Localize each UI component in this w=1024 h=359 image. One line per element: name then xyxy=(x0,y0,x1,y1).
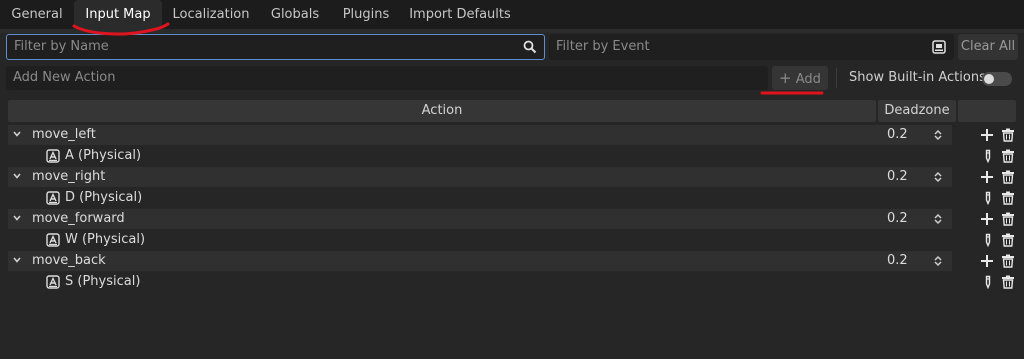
key-icon xyxy=(46,233,60,247)
add-event-button[interactable] xyxy=(980,212,994,226)
toggle-knob xyxy=(984,74,994,84)
add-event-button[interactable] xyxy=(980,170,994,184)
remove-event-button[interactable] xyxy=(1001,233,1015,247)
plus-icon xyxy=(981,171,993,183)
add-action-label: Add xyxy=(795,72,821,87)
up-down-arrows-icon[interactable] xyxy=(933,171,943,183)
tab-localization[interactable]: Localization xyxy=(166,0,256,29)
remove-action-button[interactable] xyxy=(1001,170,1015,184)
up-down-arrows-icon[interactable] xyxy=(933,213,943,225)
event-name: W (Physical) xyxy=(65,232,146,247)
trash-icon xyxy=(1002,275,1014,289)
key-icon xyxy=(46,275,60,289)
filter-by-name-input[interactable]: Filter by Name xyxy=(6,34,545,60)
trash-icon xyxy=(1002,212,1014,226)
trash-icon xyxy=(1002,128,1014,142)
trash-icon xyxy=(1002,191,1014,205)
remove-action-button[interactable] xyxy=(1001,212,1015,226)
tab-import-defaults[interactable]: Import Defaults xyxy=(406,0,514,29)
clear-all-button[interactable]: Clear All xyxy=(958,34,1018,60)
trash-icon xyxy=(1002,170,1014,184)
trash-icon xyxy=(1002,254,1014,268)
plus-icon xyxy=(981,213,993,225)
action-name: move_left xyxy=(32,127,96,142)
tab-input-map[interactable]: Input Map xyxy=(74,0,162,29)
tab-bar: General Input Map Localization Globals P… xyxy=(0,0,1024,29)
pencil-icon xyxy=(985,191,991,206)
filter-by-name-placeholder: Filter by Name xyxy=(14,39,109,54)
tab-general[interactable]: General xyxy=(6,0,68,29)
event-row[interactable]: D (Physical) xyxy=(8,188,952,208)
event-row[interactable]: W (Physical) xyxy=(8,230,952,250)
add-event-button[interactable] xyxy=(980,128,994,142)
pencil-icon xyxy=(985,149,991,164)
tab-plugins[interactable]: Plugins xyxy=(334,0,398,29)
add-new-action-placeholder: Add New Action xyxy=(13,70,116,85)
chevron-down-icon[interactable] xyxy=(12,171,22,181)
column-header-action[interactable]: Action xyxy=(8,100,876,122)
remove-event-button[interactable] xyxy=(1001,191,1015,205)
keyboard-icon[interactable] xyxy=(932,40,946,54)
remove-event-button[interactable] xyxy=(1001,149,1015,163)
action-row[interactable]: move_right 0.2 xyxy=(8,167,952,187)
pencil-icon xyxy=(985,233,991,248)
tab-underline-bar xyxy=(0,29,1024,33)
edit-event-button[interactable] xyxy=(981,275,995,290)
edit-event-button[interactable] xyxy=(981,191,995,206)
action-name: move_right xyxy=(32,169,106,184)
up-down-arrows-icon[interactable] xyxy=(933,255,943,267)
chevron-down-icon[interactable] xyxy=(12,213,22,223)
event-row[interactable]: A (Physical) xyxy=(8,146,952,166)
up-down-arrows-icon[interactable] xyxy=(933,129,943,141)
event-name: S (Physical) xyxy=(65,274,141,289)
search-icon xyxy=(523,40,537,54)
deadzone-value[interactable]: 0.2 xyxy=(887,127,908,142)
action-row[interactable]: move_left 0.2 xyxy=(8,125,952,145)
plus-icon: + xyxy=(779,69,792,87)
show-builtin-actions-toggle[interactable] xyxy=(982,72,1012,86)
key-icon xyxy=(46,149,60,163)
edit-event-button[interactable] xyxy=(981,233,995,248)
tab-globals[interactable]: Globals xyxy=(264,0,326,29)
deadzone-value[interactable]: 0.2 xyxy=(887,211,908,226)
action-name: move_back xyxy=(32,253,106,268)
add-event-button[interactable] xyxy=(980,254,994,268)
remove-event-button[interactable] xyxy=(1001,275,1015,289)
edit-event-button[interactable] xyxy=(981,149,995,164)
chevron-down-icon[interactable] xyxy=(12,129,22,139)
plus-icon xyxy=(981,129,993,141)
add-new-action-input[interactable]: Add New Action xyxy=(6,66,768,90)
pencil-icon xyxy=(985,275,991,290)
column-header-buttons xyxy=(958,100,1016,122)
add-action-button[interactable]: + Add xyxy=(772,66,828,90)
trash-icon xyxy=(1002,149,1014,163)
divider xyxy=(836,68,837,88)
remove-action-button[interactable] xyxy=(1001,254,1015,268)
chevron-down-icon[interactable] xyxy=(12,255,22,265)
filter-by-event-placeholder: Filter by Event xyxy=(556,39,650,54)
key-icon xyxy=(46,191,60,205)
event-name: A (Physical) xyxy=(65,148,142,163)
filter-by-event-input[interactable]: Filter by Event xyxy=(549,34,954,60)
plus-icon xyxy=(981,255,993,267)
event-row[interactable]: S (Physical) xyxy=(8,272,952,292)
action-name: move_forward xyxy=(32,211,125,226)
remove-action-button[interactable] xyxy=(1001,128,1015,142)
trash-icon xyxy=(1002,233,1014,247)
show-builtin-actions-label: Show Built-in Actions xyxy=(849,70,986,85)
action-row[interactable]: move_back 0.2 xyxy=(8,251,952,271)
action-row[interactable]: move_forward 0.2 xyxy=(8,209,952,229)
deadzone-value[interactable]: 0.2 xyxy=(887,253,908,268)
event-name: D (Physical) xyxy=(65,190,143,205)
column-header-deadzone[interactable]: Deadzone xyxy=(878,100,956,122)
deadzone-value[interactable]: 0.2 xyxy=(887,169,908,184)
